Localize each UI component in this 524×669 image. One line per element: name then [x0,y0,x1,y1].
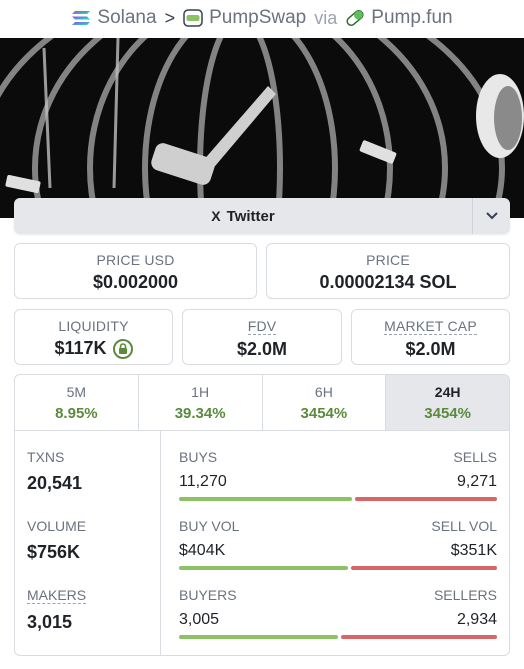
x-logo-icon: X [211,208,221,224]
token-banner-image [0,38,524,218]
market-cap-value: $2.0M [405,339,456,359]
buy-vol-value: $404K [179,542,226,559]
sellers-value: 2,934 [456,611,497,628]
chain-label: Solana [97,7,157,28]
lock-icon[interactable] [112,338,133,359]
buys-label: BUYS [179,449,218,465]
timeframe-tabs: 5M 8.95% 1H 39.34% 6H 3454% 24H 3454% [15,375,509,431]
volume-ratio-bar [179,566,497,570]
tab-1h-change: 39.34% [174,405,226,422]
volume-label: VOLUME [27,518,87,534]
buys-sells-row: BUYS SELLS 11,270 9,271 [179,449,497,501]
txns-label: TXNS [27,449,65,465]
launchpad-crumb[interactable]: Pump.fun [345,7,453,29]
market-cap-label[interactable]: MARKET CAP [384,319,477,335]
txns-value: 20,541 [27,473,83,493]
price-usd-card: PRICE USD $0.002000 [14,243,257,299]
tab-6h-change: 3454% [300,405,348,422]
tab-1h[interactable]: 1H 39.34% [139,375,263,430]
buyers-sellers-row: BUYERS SELLERS 3,005 2,934 [179,587,497,639]
sellers-label: SELLERS [433,587,497,603]
tab-24h[interactable]: 24H 3454% [386,375,509,430]
fdv-value: $2.0M [236,339,288,359]
tab-6h-label: 6H [314,384,333,400]
fdv-card: FDV $2.0M [182,309,342,365]
pumpswap-icon [183,9,203,27]
buys-bar-segment [179,497,352,501]
sells-value: 9,271 [456,473,497,490]
tab-5m[interactable]: 5M 8.95% [15,375,139,430]
stats-totals: TXNS 20,541 VOLUME $756K MAKERS 3,015 [15,431,161,655]
makers-label[interactable]: MAKERS [27,588,87,604]
price-usd-label: PRICE USD [96,252,175,268]
more-links-dropdown-button[interactable] [472,198,510,234]
twitter-label: Twitter [226,207,275,225]
tab-6h[interactable]: 6H 3454% [263,375,387,430]
makers-value: 3,015 [27,612,73,632]
buyers-value: 3,005 [179,611,220,628]
buyers-label: BUYERS [179,587,237,603]
buy-vol-bar-segment [179,566,348,570]
fdv-label[interactable]: FDV [247,319,277,335]
liquidity-value-row: $117K [15,338,172,359]
tab-24h-label: 24H [434,384,461,400]
via-text: via [314,7,338,28]
solana-icon [72,11,91,25]
market-cap-card: MARKET CAP $2.0M [351,309,510,365]
sellers-bar-segment [341,635,497,639]
makers-stat: MAKERS 3,015 [27,587,87,633]
launchpad-label: Pump.fun [371,7,453,28]
stats-body: TXNS 20,541 VOLUME $756K MAKERS 3,015 BU… [15,431,509,655]
social-links-bar: X Twitter [14,198,510,234]
txns-stat: TXNS 20,541 [27,449,82,494]
breadcrumb: Solana > PumpSwap via Pump.fun [0,0,524,36]
chain-crumb[interactable]: Solana [71,7,157,29]
chevron-right-icon: > [164,7,176,28]
sell-vol-label: SELL VOL [431,518,497,534]
liquidity-value: $117K [54,338,107,358]
price-native-value: 0.00002134 SOL [319,272,457,292]
tab-24h-change: 3454% [424,405,471,422]
volume-value: $756K [27,542,81,562]
buyers-bar-segment [179,635,339,639]
buyers-ratio-bar [179,635,497,639]
sells-label: SELLS [453,449,497,465]
liquidity-label: LIQUIDITY [58,318,129,334]
buys-value: 11,270 [179,473,227,490]
tab-5m-change: 8.95% [55,405,98,422]
sell-vol-bar-segment [350,566,497,570]
liquidity-card: LIQUIDITY $117K [14,309,173,365]
sell-vol-value: $351K [450,542,497,559]
buy-sell-volume-row: BUY VOL SELL VOL $404K $351K [179,518,497,570]
tab-1h-label: 1H [191,384,210,400]
chevron-down-icon [485,212,498,220]
trading-stats-panel: 5M 8.95% 1H 39.34% 6H 3454% 24H 3454% TX… [14,374,510,656]
stats-breakdown: BUYS SELLS 11,270 9,271 BUY VOL SELL VOL [179,431,497,655]
price-native-card: PRICE 0.00002134 SOL [266,243,510,299]
dex-label: PumpSwap [209,7,307,28]
price-usd-value: $0.002000 [92,272,179,292]
buy-vol-label: BUY VOL [179,518,240,534]
pill-icon [346,10,364,26]
tab-5m-label: 5M [66,384,87,400]
volume-stat: VOLUME $756K [27,518,86,563]
dex-crumb[interactable]: PumpSwap [183,7,306,29]
sells-bar-segment [354,497,497,501]
price-native-label: PRICE [366,252,410,268]
buys-sells-ratio-bar [179,497,497,501]
twitter-button[interactable]: X Twitter [14,198,472,234]
